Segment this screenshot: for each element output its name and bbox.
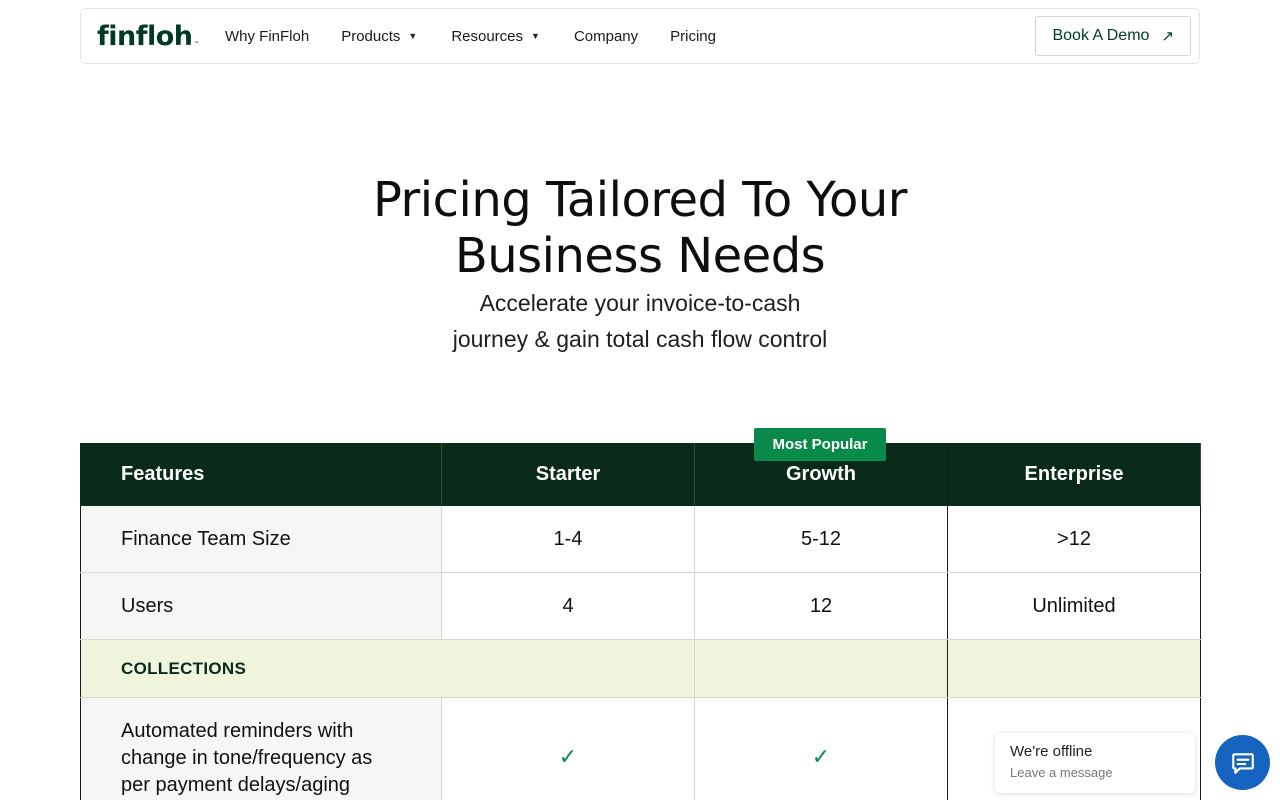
- subtitle-line-2: journey & gain total cash flow control: [452, 326, 828, 352]
- nav-resources-label: Resources: [451, 27, 524, 45]
- feature-text-line: change in tone/frequency as: [121, 747, 373, 769]
- nav-links: Why FinFloh Products ▼ Resources ▼ Compa…: [225, 28, 1035, 45]
- starter-cell: 4: [441, 572, 695, 640]
- chat-status: We're offline: [1010, 743, 1093, 760]
- nav-why-finfloh[interactable]: Why FinFloh: [225, 28, 309, 45]
- chat-bubble-icon: [1231, 752, 1254, 774]
- section-row-collections: COLLECTIONS: [80, 639, 1201, 698]
- enterprise-cell: Unlimited: [947, 572, 1201, 640]
- growth-cell: ✓: [694, 697, 948, 800]
- nav-pricing[interactable]: Pricing: [670, 28, 716, 45]
- title-line-1: Pricing Tailored To Your: [372, 172, 908, 228]
- growth-cell: 12: [694, 572, 948, 640]
- page-subtitle: Accelerate your invoice-to-cash journey …: [0, 285, 1280, 357]
- header-starter: Starter: [441, 443, 695, 506]
- nav-products-label: Products: [341, 27, 401, 45]
- subtitle-line-1: Accelerate your invoice-to-cash: [479, 290, 801, 316]
- logo-text: finfloh: [97, 20, 193, 52]
- nav-company[interactable]: Company: [574, 28, 638, 45]
- chat-offline-card[interactable]: We're offline Leave a message: [995, 733, 1195, 793]
- starter-cell: 1-4: [441, 505, 695, 573]
- feature-cell: Automated reminders with change in tone/…: [80, 697, 442, 800]
- page-title: Pricing Tailored To Your Business Needs: [0, 172, 1280, 284]
- nav-products[interactable]: Products ▼: [341, 28, 417, 45]
- starter-cell: ✓: [441, 697, 695, 800]
- caret-down-icon: ▼: [531, 31, 540, 41]
- chat-launcher-button[interactable]: [1215, 735, 1270, 790]
- section-enterprise-cell: [947, 639, 1201, 698]
- book-demo-button[interactable]: Book A Demo ↗: [1035, 16, 1191, 56]
- feature-cell: Finance Team Size: [80, 505, 442, 573]
- section-growth-cell: [694, 639, 948, 698]
- table-header-row: Features Starter Growth Enterprise: [80, 443, 1201, 506]
- growth-cell: 5-12: [694, 505, 948, 573]
- caret-down-icon: ▼: [408, 31, 418, 41]
- header-enterprise: Enterprise: [947, 443, 1201, 506]
- nav-resources[interactable]: Resources ▼: [451, 28, 540, 45]
- header-features: Features: [80, 443, 442, 506]
- logo-trademark: ™: [193, 40, 200, 48]
- feature-cell: Users: [80, 572, 442, 640]
- section-label: COLLECTIONS: [80, 639, 695, 698]
- top-nav: finfloh ™ Why FinFloh Products ▼ Resource…: [80, 8, 1200, 64]
- check-icon: ✓: [811, 744, 831, 769]
- title-line-2: Business Needs: [454, 228, 826, 284]
- finfloh-logo[interactable]: finfloh ™: [97, 23, 199, 50]
- chat-message: Leave a message: [1010, 765, 1113, 780]
- feature-text-line: per payment delays/aging: [121, 774, 351, 796]
- check-icon: ✓: [558, 744, 578, 769]
- most-popular-badge: Most Popular: [754, 428, 886, 461]
- enterprise-cell: >12: [947, 505, 1201, 573]
- arrow-up-right-icon: ↗: [1161, 28, 1174, 45]
- book-demo-label: Book A Demo: [1052, 27, 1150, 44]
- table-row: Finance Team Size 1-4 5-12 >12: [80, 505, 1201, 573]
- table-row: Users 4 12 Unlimited: [80, 572, 1201, 640]
- feature-text-line: Automated reminders with: [121, 720, 354, 742]
